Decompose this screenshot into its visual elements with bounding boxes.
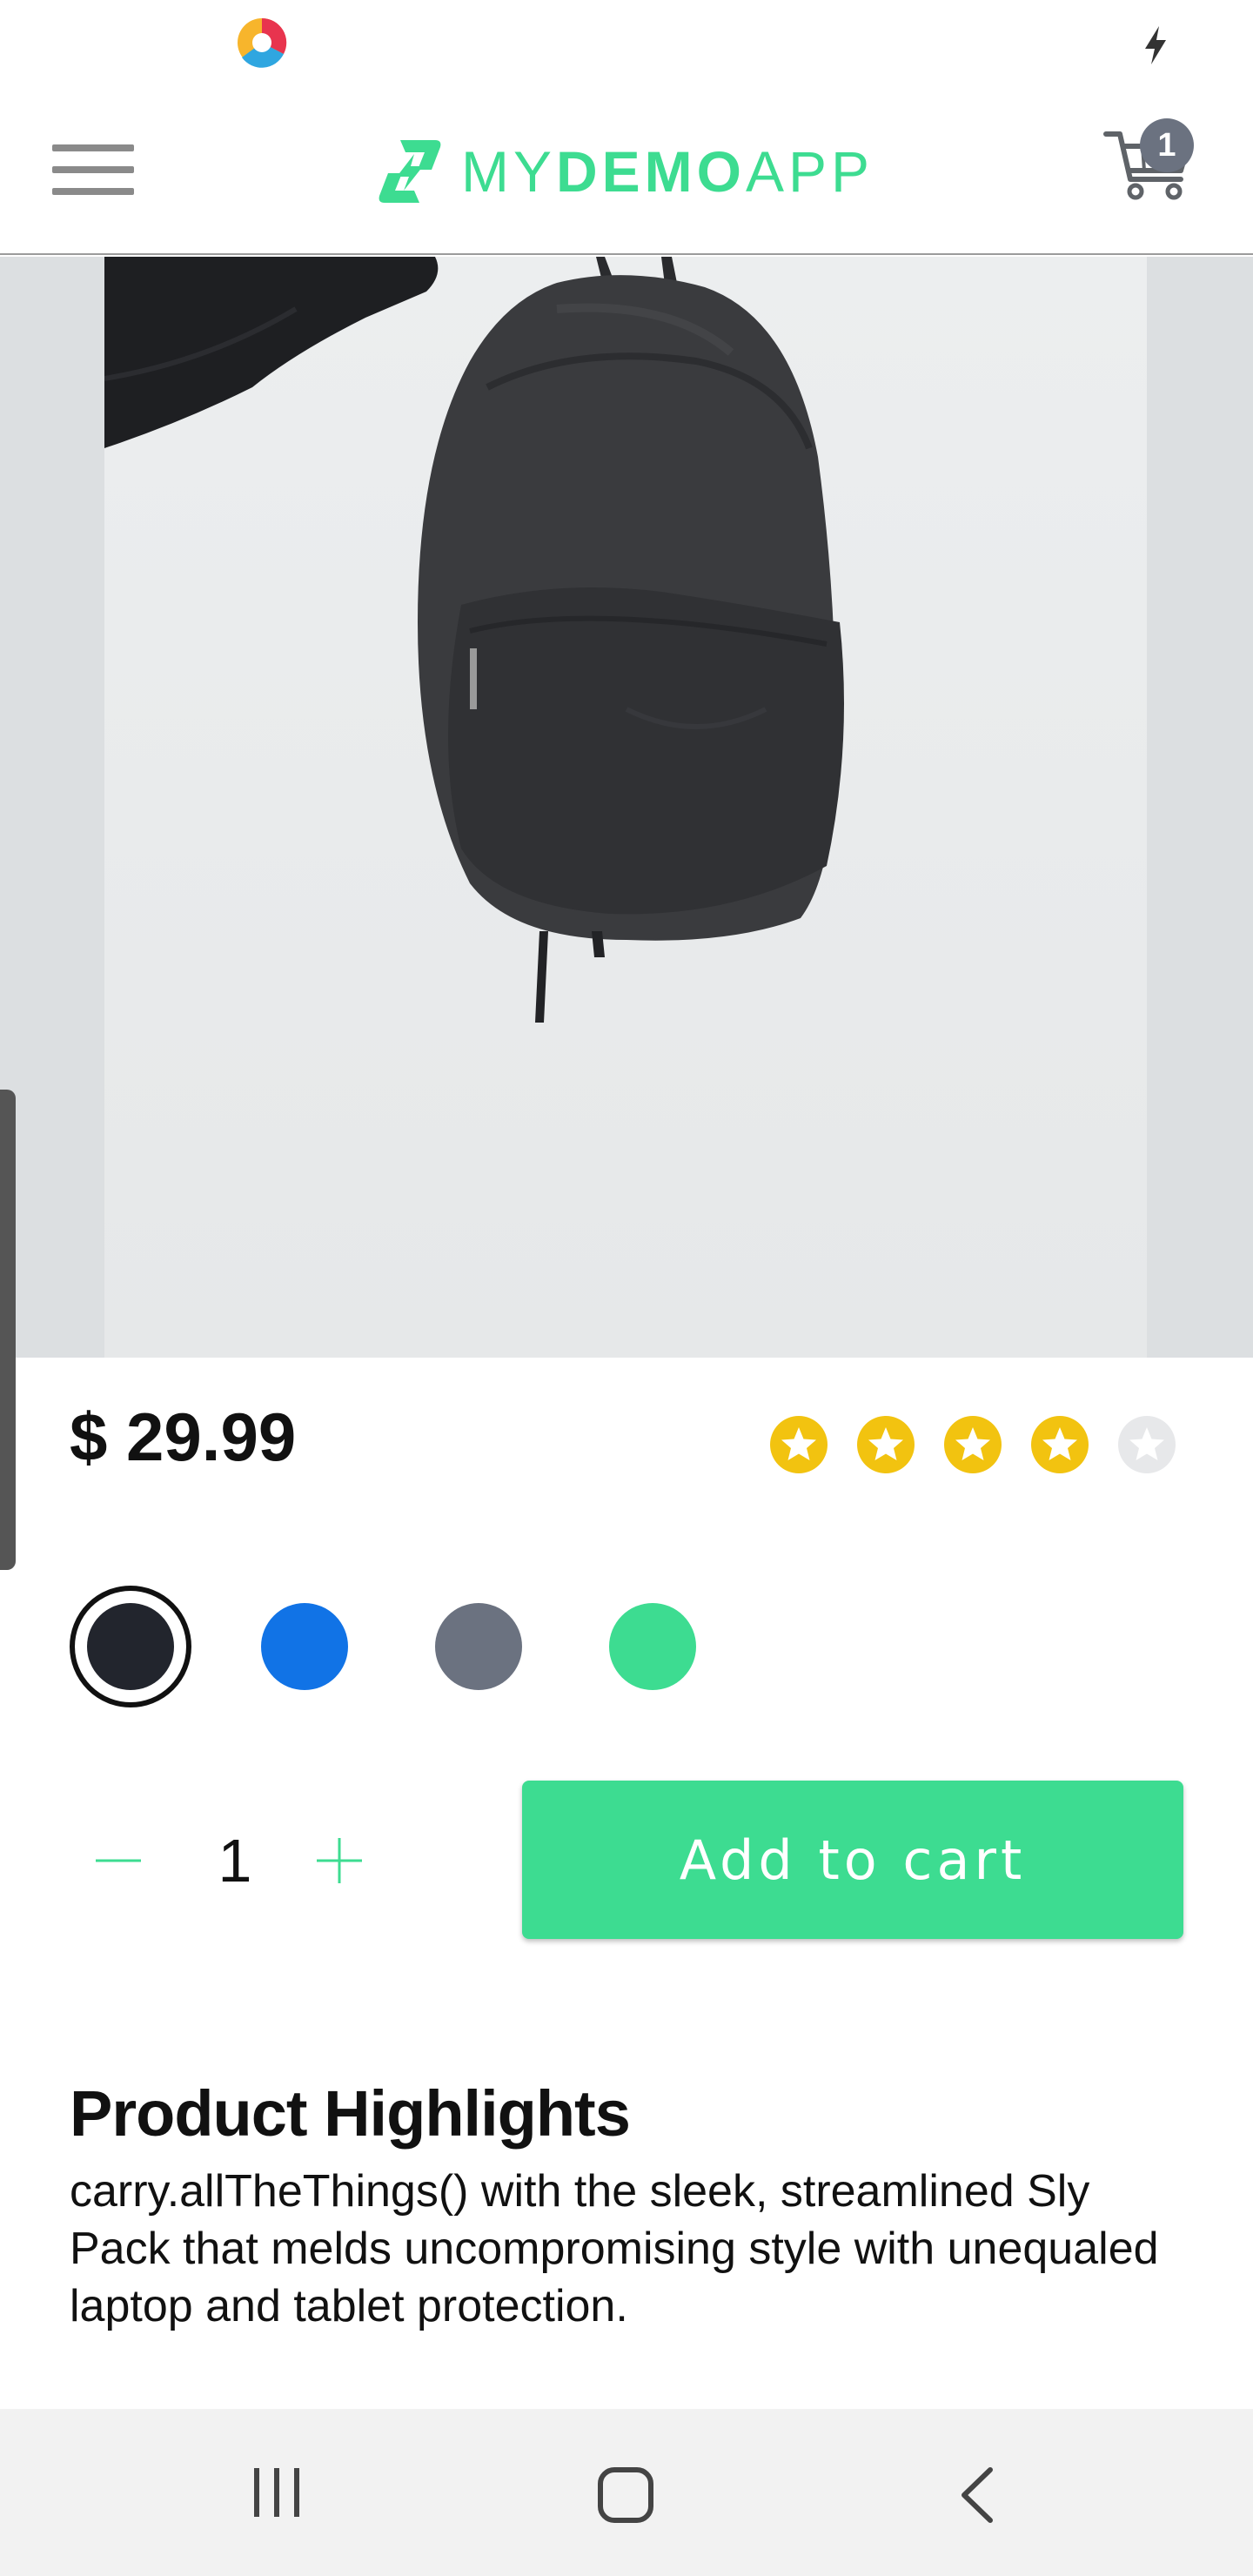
brand-prefix: MY xyxy=(461,139,556,204)
side-scroll-handle[interactable] xyxy=(0,1090,16,1570)
color-swatch-blue[interactable] xyxy=(261,1603,348,1690)
color-swatch-gray[interactable] xyxy=(435,1603,522,1690)
product-rating xyxy=(769,1415,1176,1474)
color-swatch-green[interactable] xyxy=(609,1603,696,1690)
star-filled-icon[interactable] xyxy=(943,1415,1002,1474)
recents-icon[interactable] xyxy=(251,2466,303,2519)
system-nav-bar xyxy=(0,2409,1253,2576)
quantity-stepper: 1 xyxy=(70,1800,383,1922)
product-image xyxy=(0,257,1253,1358)
product-highlights-text: carry.allTheThings() with the sleek, str… xyxy=(70,2166,1159,2331)
back-icon[interactable] xyxy=(955,2466,999,2524)
minus-icon[interactable] xyxy=(92,1835,144,1887)
add-to-cart-button[interactable]: Add to cart xyxy=(522,1781,1183,1939)
brand-name: MYDEMOAPP xyxy=(461,143,874,200)
menu-icon[interactable] xyxy=(52,141,134,198)
plus-icon[interactable] xyxy=(313,1835,365,1887)
brand-bolt-icon xyxy=(379,140,441,203)
brand-suffix: APP xyxy=(746,139,874,204)
brand-bold: DEMO xyxy=(556,139,746,204)
cart-count-badge: 1 xyxy=(1140,118,1194,172)
star-filled-icon[interactable] xyxy=(856,1415,915,1474)
home-icon[interactable] xyxy=(597,2466,654,2524)
star-empty-icon[interactable] xyxy=(1117,1415,1176,1474)
star-filled-icon[interactable] xyxy=(769,1415,828,1474)
star-filled-icon[interactable] xyxy=(1030,1415,1089,1474)
charging-icon xyxy=(1145,26,1166,64)
color-swatch-black[interactable] xyxy=(70,1586,191,1707)
status-bar xyxy=(0,0,1253,87)
app-header: MYDEMOAPP 1 xyxy=(0,87,1253,255)
product-highlights-title: Product Highlights xyxy=(70,2077,631,2150)
quantity-value: 1 xyxy=(218,1827,252,1895)
brand-logo: MYDEMOAPP xyxy=(374,132,874,211)
product-price: $ 29.99 xyxy=(70,1399,297,1475)
app-notification-icon xyxy=(238,17,287,68)
backpack-illustration xyxy=(104,257,844,1023)
product-detail-screen: MYDEMOAPP 1 $ 29.99 1 Add to cart Produc… xyxy=(0,0,1253,2576)
